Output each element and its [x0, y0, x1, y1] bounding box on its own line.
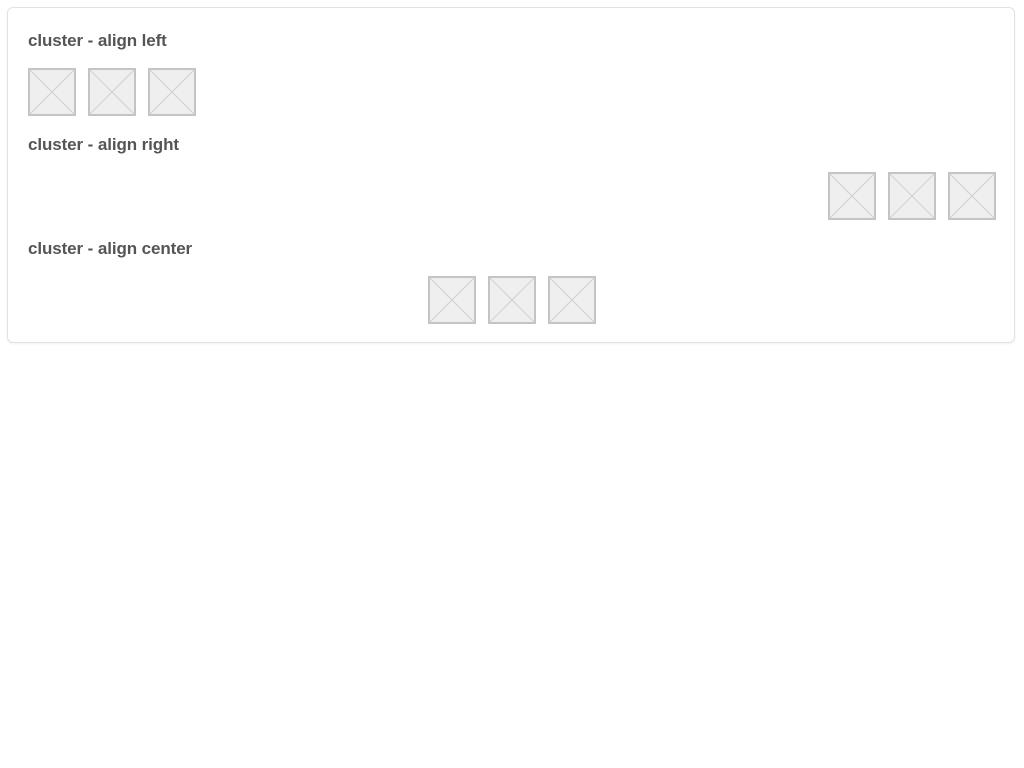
- cluster-align-center: [28, 276, 996, 324]
- image-placeholder-icon: [88, 68, 136, 116]
- image-placeholder-icon: [888, 172, 936, 220]
- image-placeholder-icon: [148, 68, 196, 116]
- cluster-align-right: [28, 172, 996, 220]
- section-title-align-left: cluster - align left: [28, 31, 167, 50]
- image-placeholder-icon: [548, 276, 596, 324]
- section-title-align-center: cluster - align center: [28, 239, 193, 258]
- section-title-align-right: cluster - align right: [28, 135, 179, 154]
- image-placeholder-icon: [488, 276, 536, 324]
- image-placeholder-icon: [828, 172, 876, 220]
- image-placeholder-icon: [428, 276, 476, 324]
- image-placeholder-icon: [28, 68, 76, 116]
- image-placeholder-icon: [948, 172, 996, 220]
- cluster-demo-panel: cluster - align left cluster - align rig…: [7, 7, 1015, 343]
- cluster-align-left: [28, 68, 996, 116]
